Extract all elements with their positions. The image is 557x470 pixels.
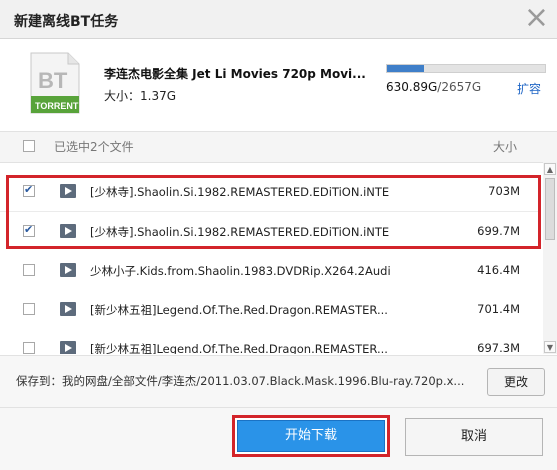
bt-icon-text: BT — [38, 68, 68, 93]
storage-quota-fill — [387, 65, 425, 72]
size-value: 1.37G — [140, 89, 177, 103]
file-row[interactable]: [新少林五祖]Legend.Of.The.Red.Dragon.REMASTER… — [0, 290, 540, 330]
torrent-file-icon: BT TORRENT — [30, 52, 80, 114]
select-all-checkbox[interactable] — [23, 140, 35, 152]
file-checkbox[interactable] — [23, 303, 35, 315]
size-label: 大小： — [104, 89, 141, 103]
quota-total: 2657G — [441, 80, 482, 94]
file-checkbox[interactable] — [23, 183, 35, 197]
cancel-button[interactable]: 取消 — [405, 418, 543, 456]
save-location-label: 保存到： — [16, 374, 62, 388]
file-row[interactable]: [新少林五祖]Legend.Of.The.Red.Dragon.REMASTER… — [0, 329, 540, 354]
file-name: [少林寺].Shaolin.Si.1982.REMASTERED.EDiTiON… — [90, 225, 390, 239]
file-size: 703M — [488, 184, 520, 198]
torrent-title: 李连杰电影全集 Jet Li Movies 720p Movi... — [104, 67, 366, 81]
scrollbar-thumb[interactable] — [545, 178, 555, 240]
start-download-button[interactable]: 开始下载 — [232, 415, 390, 457]
footer-divider — [0, 407, 557, 408]
file-name: [新少林五祖]Legend.Of.The.Red.Dragon.REMASTER… — [90, 342, 388, 354]
start-download-label: 开始下载 — [237, 420, 385, 452]
file-name: [新少林五祖]Legend.Of.The.Red.Dragon.REMASTER… — [90, 303, 388, 317]
storage-quota-text: 630.89G/2657G — [386, 80, 481, 94]
file-size: 416.4M — [477, 263, 520, 277]
file-row[interactable]: 少林小子.Kids.from.Shaolin.1983.DVDRip.X264.… — [0, 251, 540, 291]
video-file-icon — [60, 184, 76, 198]
file-name: [少林寺].Shaolin.Si.1982.REMASTERED.EDiTiON… — [90, 185, 390, 199]
scroll-down-icon[interactable]: ▼ — [544, 341, 556, 353]
torrent-size: 大小：1.37G — [104, 87, 176, 104]
quota-used: 630.89G — [386, 80, 438, 94]
selected-count-label: 已选中2个文件 — [54, 140, 134, 154]
file-checkbox[interactable] — [23, 342, 35, 354]
video-file-icon — [60, 341, 76, 354]
file-checkbox[interactable] — [23, 264, 35, 276]
storage-quota-bar — [386, 64, 546, 73]
save-location: 保存到：我的网盘/全部文件/李连杰/2011.03.07.Black.Mask.… — [16, 373, 464, 389]
scroll-up-icon[interactable]: ▲ — [544, 163, 556, 175]
video-file-icon — [60, 224, 76, 238]
file-name: 少林小子.Kids.from.Shaolin.1983.DVDRip.X264.… — [90, 264, 390, 278]
file-row[interactable]: [少林寺].Shaolin.Si.1982.REMASTERED.EDiTiON… — [0, 212, 540, 252]
torrent-icon-label: TORRENT — [35, 101, 79, 111]
file-list-scrollbar[interactable]: ▲ ▼ — [543, 162, 557, 354]
file-list-header: 已选中2个文件 大小 — [0, 131, 557, 163]
file-checkbox[interactable] — [23, 223, 35, 237]
save-location-path: 我的网盘/全部文件/李连杰/2011.03.07.Black.Mask.1996… — [62, 374, 465, 388]
video-file-icon — [60, 263, 76, 277]
file-size: 701.4M — [477, 302, 520, 316]
video-file-icon — [60, 302, 76, 316]
dialog-title: 新建离线BT任务 — [14, 14, 119, 30]
close-icon[interactable]: × — [524, 3, 549, 33]
change-location-button[interactable]: 更改 — [487, 368, 545, 396]
file-size: 697.3M — [477, 341, 520, 354]
file-row[interactable]: [少林寺].Shaolin.Si.1982.REMASTERED.EDiTiON… — [0, 172, 540, 212]
expand-storage-link[interactable]: 扩容 — [517, 80, 541, 97]
file-size: 699.7M — [477, 224, 520, 238]
title-bar: 新建离线BT任务 × — [0, 0, 557, 39]
size-column-header: 大小 — [492, 140, 517, 154]
file-list: [少林寺].Shaolin.Si.1982.REMASTERED.EDiTiON… — [0, 162, 540, 354]
